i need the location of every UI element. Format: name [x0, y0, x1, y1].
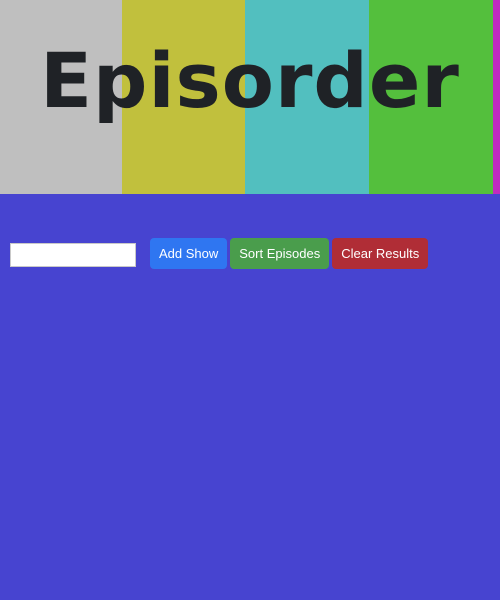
add-show-button[interactable]: Add Show — [150, 238, 228, 269]
controls-row: Add Show Sort Episodes Clear Results — [10, 238, 431, 269]
header-banner: Episorder — [0, 0, 500, 194]
sort-episodes-button[interactable]: Sort Episodes — [230, 238, 330, 269]
app-logo-title: Episorder — [40, 36, 460, 125]
clear-results-button[interactable]: Clear Results — [332, 238, 429, 269]
show-search-input[interactable] — [10, 242, 136, 267]
